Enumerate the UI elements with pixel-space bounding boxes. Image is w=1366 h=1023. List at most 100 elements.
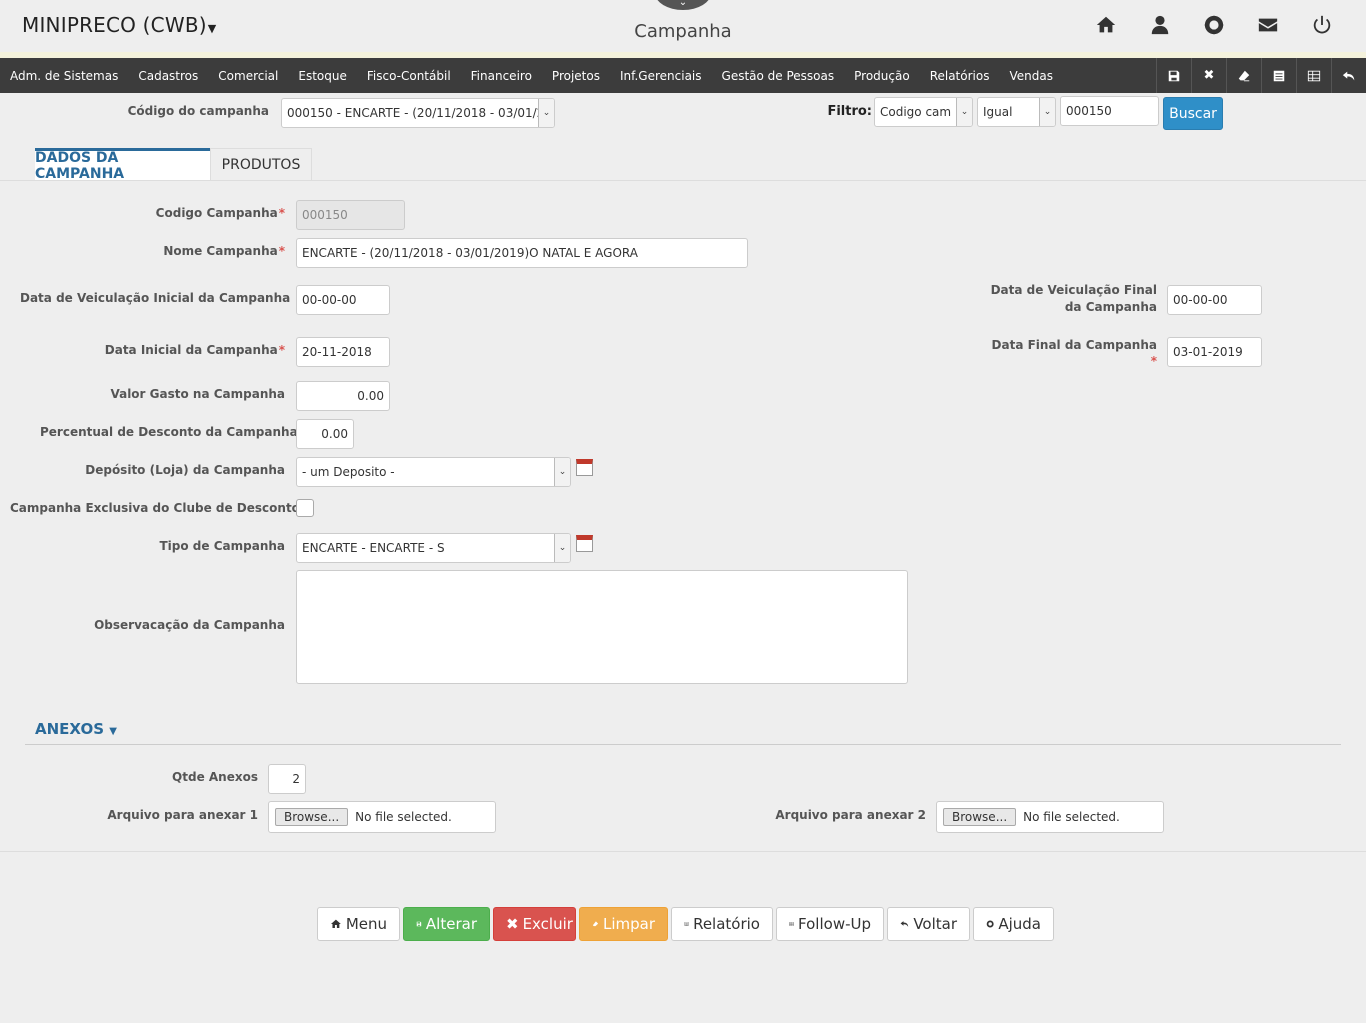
- deposito-value: - um Deposito -: [302, 465, 395, 479]
- menu-item-cadastros[interactable]: Cadastros: [128, 69, 208, 83]
- required-mark: *: [278, 343, 285, 357]
- veiculacao-final-label: Data de Veiculação Final da Campanha: [990, 282, 1157, 316]
- arquivo-2-status: No file selected.: [1023, 810, 1120, 824]
- ajuda-button[interactable]: Ajuda: [973, 907, 1054, 941]
- menu-item-gestao-pessoas[interactable]: Gestão de Pessoas: [712, 69, 845, 83]
- form-bottom-divider: [0, 851, 1366, 852]
- campaign-code-select[interactable]: 000150 - ENCARTE - (20/11/2018 - 03/01/2…: [281, 98, 555, 128]
- chevron-down-icon: ⌄: [678, 0, 688, 8]
- save-icon[interactable]: [1156, 58, 1191, 93]
- filter-label: Filtro:: [827, 104, 872, 119]
- required-mark: *: [278, 244, 285, 258]
- data-final-input[interactable]: 03-01-2019: [1167, 337, 1262, 367]
- veiculacao-final-label-line2: da Campanha: [1064, 300, 1157, 314]
- close-icon[interactable]: ✖: [1191, 58, 1226, 93]
- menu-item-adm-sistemas[interactable]: Adm. de Sistemas: [0, 69, 128, 83]
- envelope-icon[interactable]: [1250, 12, 1286, 38]
- home-icon[interactable]: [1088, 12, 1124, 38]
- data-inicial-label: Data Inicial da Campanha*: [40, 343, 285, 357]
- veiculacao-inicial-input[interactable]: 00-00-00: [296, 285, 390, 315]
- valor-gasto-input[interactable]: 0.00: [296, 381, 390, 411]
- chevron-down-icon: ▼: [207, 22, 217, 35]
- browse-button-1[interactable]: Browse...: [275, 808, 349, 826]
- data-inicial-label-text: Data Inicial da Campanha: [104, 343, 278, 357]
- menu-item-fisco-contabil[interactable]: Fisco-Contábil: [357, 69, 461, 83]
- company-name: MINIPRECO (CWB): [22, 13, 207, 37]
- filter-value-input[interactable]: 000150: [1060, 96, 1159, 126]
- chevron-down-icon: ⌄: [554, 458, 570, 486]
- arquivo-2-file-input[interactable]: Browse... No file selected.: [936, 801, 1164, 833]
- excluir-button[interactable]: ✖ Excluir: [493, 907, 576, 941]
- observacao-label: Observacação da Campanha: [94, 618, 285, 632]
- top-header: MINIPRECO (CWB)▼ ⌄ Campanha: [0, 0, 1366, 52]
- required-mark: *: [1150, 354, 1157, 368]
- menu-item-estoque[interactable]: Estoque: [288, 69, 357, 83]
- anexos-section-header[interactable]: ANEXOS ▼: [35, 720, 117, 738]
- arquivo-1-label: Arquivo para anexar 1: [107, 808, 258, 822]
- nome-campanha-input[interactable]: ENCARTE - (20/11/2018 - 03/01/2019)O NAT…: [296, 238, 748, 268]
- calendar-icon[interactable]: [576, 459, 593, 476]
- header-icons: [1088, 12, 1340, 38]
- list-icon[interactable]: [1261, 58, 1296, 93]
- user-icon[interactable]: [1142, 12, 1178, 38]
- table-icon[interactable]: [1296, 58, 1331, 93]
- menu-item-projetos[interactable]: Projetos: [542, 69, 610, 83]
- filter-operator-select[interactable]: Igual ⌄: [977, 97, 1056, 127]
- limpar-button[interactable]: Limpar: [579, 907, 668, 941]
- required-mark: *: [278, 206, 285, 220]
- tab-divider: [0, 180, 1366, 181]
- anexos-title: ANEXOS: [35, 720, 104, 738]
- percentual-desconto-label: Percentual de Desconto da Campanha: [40, 425, 298, 439]
- alterar-button[interactable]: Alterar: [403, 907, 490, 941]
- veiculacao-inicial-label: Data de Veiculação Inicial da Campanha: [20, 291, 291, 305]
- follow-up-button[interactable]: Follow-Up: [776, 907, 884, 941]
- ajuda-button-label: Ajuda: [998, 915, 1041, 933]
- calendar-icon[interactable]: [576, 535, 593, 552]
- menu-item-inf-gerenciais[interactable]: Inf.Gerenciais: [610, 69, 712, 83]
- close-icon: ✖: [506, 915, 519, 933]
- campanha-exclusiva-checkbox[interactable]: [296, 499, 314, 517]
- menu-item-relatorios[interactable]: Relatórios: [920, 69, 1000, 83]
- undo-icon[interactable]: [1331, 58, 1366, 93]
- valor-gasto-label: Valor Gasto na Campanha: [110, 387, 285, 401]
- collapse-header-badge[interactable]: ⌄: [655, 0, 711, 10]
- follow-up-button-label: Follow-Up: [798, 915, 871, 933]
- anexos-divider: [25, 744, 1341, 745]
- observacao-textarea[interactable]: [296, 570, 908, 684]
- company-selector[interactable]: MINIPRECO (CWB)▼: [22, 13, 216, 37]
- filter-field-select[interactable]: Codigo cam ⌄: [874, 97, 973, 127]
- relatorio-button-label: Relatório: [693, 915, 760, 933]
- home-icon: [330, 919, 341, 928]
- power-icon[interactable]: [1304, 12, 1340, 38]
- data-inicial-input[interactable]: 20-11-2018: [296, 337, 390, 367]
- tab-dados-campanha[interactable]: DADOS DA CAMPANHA: [35, 148, 210, 182]
- veiculacao-final-input[interactable]: 00-00-00: [1167, 285, 1262, 315]
- arquivo-1-file-input[interactable]: Browse... No file selected.: [268, 801, 496, 833]
- menu-item-financeiro[interactable]: Financeiro: [461, 69, 542, 83]
- eraser-icon[interactable]: [1226, 58, 1261, 93]
- qtde-anexos-input[interactable]: 2: [268, 764, 306, 794]
- browse-button-2[interactable]: Browse...: [943, 808, 1017, 826]
- table-icon: [789, 922, 794, 926]
- menu-button[interactable]: Menu: [317, 907, 400, 941]
- menu-toolbar: ✖: [1156, 58, 1366, 93]
- chevron-down-icon: ⌄: [956, 98, 972, 126]
- deposito-select[interactable]: - um Deposito - ⌄: [296, 457, 571, 487]
- relatorio-button[interactable]: Relatório: [671, 907, 773, 941]
- chevron-down-icon: ⌄: [554, 534, 570, 562]
- menu-item-producao[interactable]: Produção: [844, 69, 920, 83]
- voltar-button[interactable]: Voltar: [887, 907, 970, 941]
- lifebuoy-icon[interactable]: [1196, 12, 1232, 38]
- tipo-campanha-select[interactable]: ENCARTE - ENCARTE - S ⌄: [296, 533, 571, 563]
- menu-item-vendas[interactable]: Vendas: [999, 69, 1063, 83]
- caret-down-icon: ▼: [109, 726, 117, 737]
- qtde-anexos-label: Qtde Anexos: [172, 770, 258, 784]
- arquivo-1-status: No file selected.: [355, 810, 452, 824]
- menu-item-comercial[interactable]: Comercial: [208, 69, 288, 83]
- veiculacao-final-label-line1: Data de Veiculação Final: [990, 283, 1157, 297]
- percentual-desconto-input[interactable]: 0.00: [296, 419, 354, 449]
- search-button[interactable]: Buscar: [1163, 97, 1223, 130]
- tab-produtos[interactable]: PRODUTOS: [210, 148, 312, 180]
- limpar-button-label: Limpar: [602, 915, 655, 933]
- menu-items: Adm. de Sistemas Cadastros Comercial Est…: [0, 58, 1063, 93]
